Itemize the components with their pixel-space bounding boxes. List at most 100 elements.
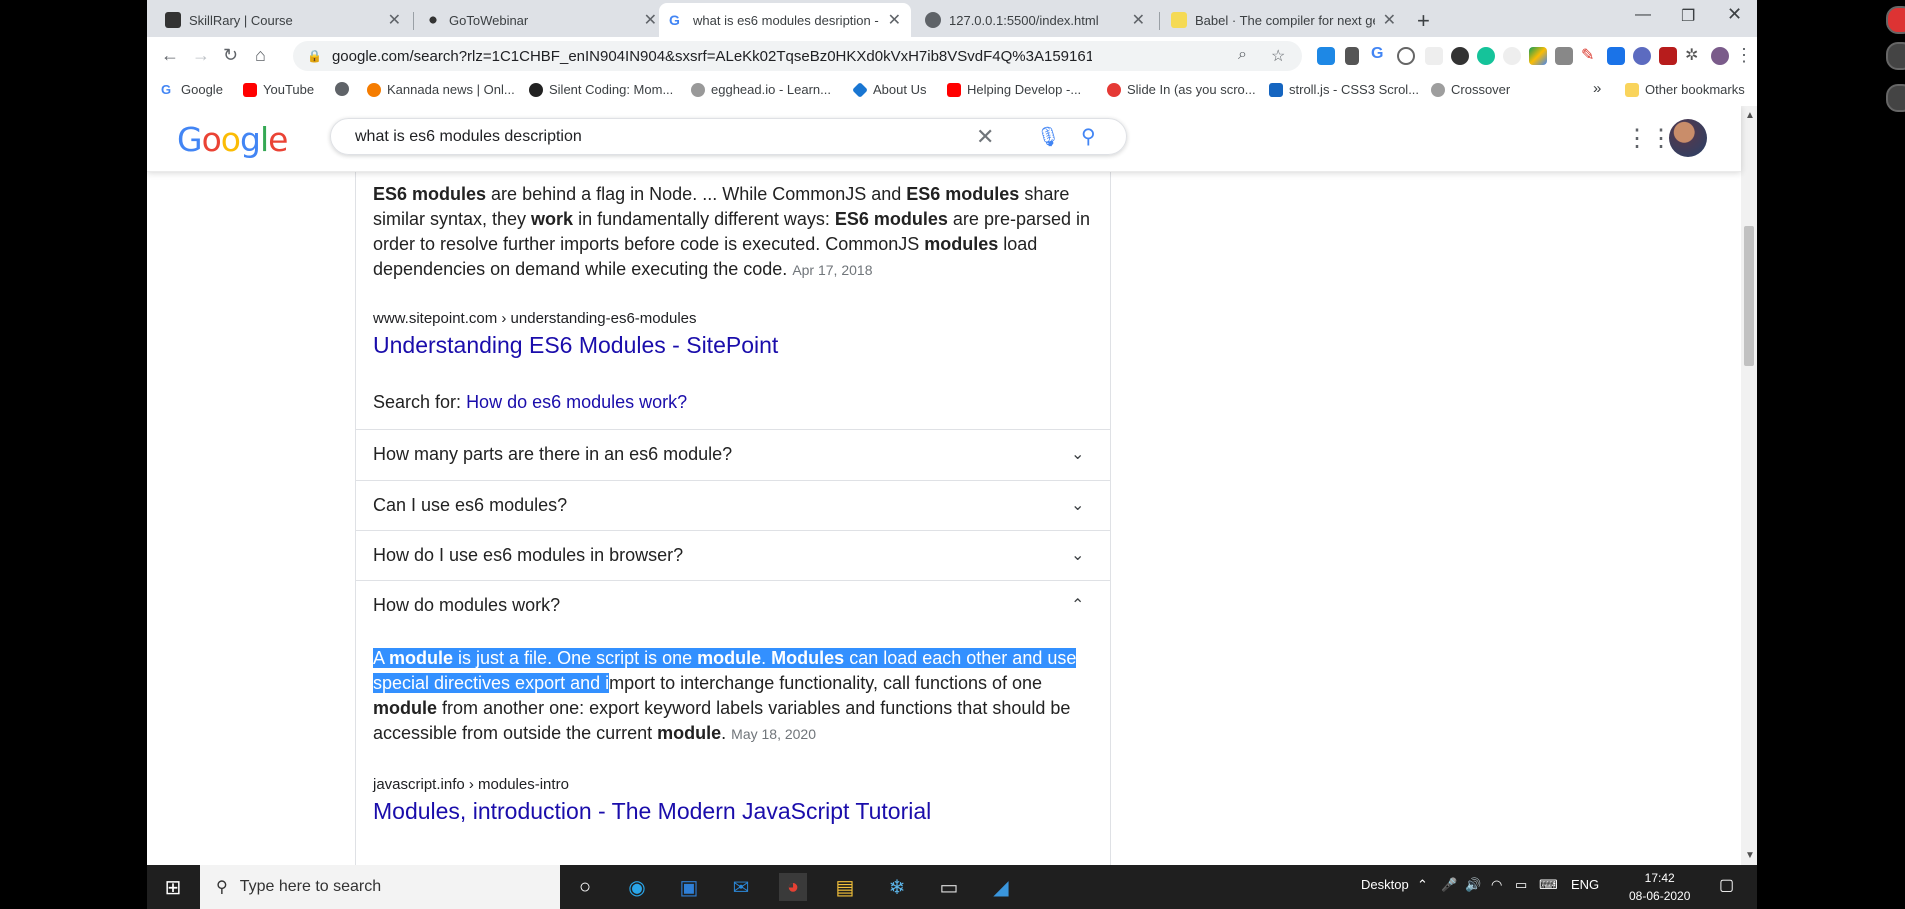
tab-babel[interactable]: Babel · The compiler for next gen ✕ <box>1161 3 1406 37</box>
battery-icon[interactable]: ▭ <box>1515 877 1527 893</box>
chevron-up-icon[interactable]: ⌃ <box>1071 595 1084 615</box>
store-icon[interactable]: ▣ <box>675 873 703 901</box>
windows-start-icon[interactable]: ⊞ <box>159 873 187 901</box>
task-view-icon[interactable]: ○ <box>571 873 599 901</box>
chevron-down-icon[interactable]: ⌄ <box>1071 444 1084 464</box>
close-tab-icon[interactable]: ✕ <box>1132 10 1145 30</box>
new-tab-icon[interactable]: + <box>1417 8 1430 34</box>
faq-item[interactable]: Can I use es6 modules? ⌄ <box>355 480 1111 530</box>
address-bar[interactable]: 🔒 google.com/search?rlz=1C1CHBF_enIN904I… <box>293 41 1302 71</box>
bookmark-star-icon[interactable]: ☆ <box>1271 46 1285 66</box>
drive-icon[interactable] <box>1529 47 1547 65</box>
tab-skillrary[interactable]: SkillRary | Course ✕ <box>155 3 411 37</box>
vscode-icon[interactable]: ◢ <box>987 873 1015 901</box>
close-tab-icon[interactable]: ✕ <box>644 10 657 30</box>
answer-title-link[interactable]: Modules, introduction - The Modern JavaS… <box>373 798 931 825</box>
close-tab-icon[interactable]: ✕ <box>888 10 901 30</box>
pdf-icon[interactable] <box>1659 47 1677 65</box>
extension-icon[interactable] <box>1397 47 1415 65</box>
avatar[interactable] <box>1669 119 1707 157</box>
file-explorer-icon[interactable]: ▤ <box>831 873 859 901</box>
system-clock[interactable]: 17:42 08-06-2020 <box>1629 869 1690 905</box>
chevron-down-icon[interactable]: ⌄ <box>1071 495 1084 515</box>
result-title-link[interactable]: Understanding ES6 Modules - SitePoint <box>373 332 778 359</box>
bookmark-globe[interactable] <box>335 82 355 96</box>
bookmark-stroll[interactable]: stroll.js - CSS3 Scrol... <box>1269 82 1419 97</box>
bookmark-silent-coding[interactable]: Silent Coding: Mom... <box>529 82 673 97</box>
pointer-icon[interactable] <box>1886 84 1905 112</box>
search-input[interactable]: what is es6 modules description <box>355 128 582 146</box>
screen-cast-icon[interactable] <box>1607 47 1625 65</box>
snowflake-app-icon[interactable]: ❄ <box>883 873 911 901</box>
close-tab-icon[interactable]: ✕ <box>388 10 401 30</box>
edge-icon[interactable]: ◉ <box>623 873 651 901</box>
extension-icon[interactable] <box>1317 47 1335 65</box>
bookmark-label: Other bookmarks <box>1645 82 1745 97</box>
search-box[interactable]: what is es6 modules description ✕ 🎙 ⚲ <box>330 118 1127 155</box>
faq-item[interactable]: How many parts are there in an es6 modul… <box>355 429 1111 479</box>
zoom-icon[interactable]: ⌕ <box>1238 46 1247 64</box>
reload-icon[interactable]: ↻ <box>223 45 238 66</box>
back-icon[interactable]: ← <box>161 45 179 66</box>
scroll-up-icon[interactable]: ▲ <box>1745 110 1755 121</box>
google-ext-icon[interactable]: G <box>1371 45 1389 63</box>
more-bookmarks-icon[interactable]: » <box>1593 80 1601 97</box>
answer-cite[interactable]: javascript.info › modules-intro <box>373 776 569 793</box>
language-indicator[interactable]: ENG <box>1571 877 1599 892</box>
close-tab-icon[interactable]: ✕ <box>1383 10 1396 30</box>
clear-icon[interactable]: ✕ <box>976 124 994 150</box>
scrollbar-thumb[interactable] <box>1744 226 1754 366</box>
menu-dots-icon[interactable]: ⋮ <box>1735 45 1753 66</box>
camera-icon[interactable] <box>1555 47 1573 65</box>
pen-icon[interactable]: ✎ <box>1581 45 1599 64</box>
scroll-down-icon[interactable]: ▼ <box>1745 850 1755 861</box>
microphone-icon[interactable]: 🎙 <box>1036 125 1060 149</box>
chrome-icon[interactable]: ◕ <box>779 873 807 901</box>
google-logo[interactable]: Google <box>177 120 288 159</box>
chevron-down-icon[interactable]: ⌄ <box>1071 545 1084 565</box>
grammarly-icon[interactable] <box>1477 47 1495 65</box>
bookmark-about-us[interactable]: About Us <box>852 81 926 98</box>
close-window-icon[interactable]: ✕ <box>1727 4 1742 25</box>
tab-gotowebinar[interactable]: GoToWebinar ✕ <box>415 3 667 37</box>
restore-icon[interactable]: ❐ <box>1681 6 1695 26</box>
search-for-link[interactable]: How do es6 modules work? <box>466 392 687 412</box>
record-icon[interactable] <box>1886 6 1905 34</box>
result-cite[interactable]: www.sitepoint.com › understanding-es6-mo… <box>373 310 697 327</box>
wifi-icon[interactable]: ◠ <box>1491 877 1502 893</box>
chevron-up-icon[interactable]: ⌃ <box>1417 877 1428 893</box>
bookmark-crossover[interactable]: Crossover <box>1431 82 1510 97</box>
eyedropper-icon[interactable] <box>1345 47 1359 65</box>
search-icon[interactable]: ⚲ <box>1081 124 1096 149</box>
dark-mode-icon[interactable] <box>1451 47 1469 65</box>
screen-icon[interactable] <box>1886 42 1905 70</box>
volume-icon[interactable]: 🔊 <box>1465 877 1481 893</box>
faq-item[interactable]: How do I use es6 modules in browser? ⌄ <box>355 530 1111 580</box>
microphone-icon[interactable]: 🎤 <box>1441 877 1457 893</box>
profile-avatar[interactable] <box>1711 47 1729 65</box>
desktop-toolbar-label[interactable]: Desktop <box>1361 877 1409 892</box>
taskbar-search[interactable]: ⚲ Type here to search <box>200 865 560 909</box>
other-bookmarks[interactable]: Other bookmarks <box>1625 82 1745 97</box>
bookmark-youtube[interactable]: YouTube <box>243 82 314 97</box>
tab-google-search[interactable]: G what is es6 modules desription - ✕ <box>659 3 911 37</box>
extension-icon[interactable] <box>1425 47 1443 65</box>
terminal-icon[interactable]: ▭ <box>935 873 963 901</box>
forward-icon[interactable]: → <box>192 45 210 66</box>
tab-localhost[interactable]: 127.0.0.1:5500/index.html ✕ <box>915 3 1155 37</box>
bookmark-google[interactable]: G Google <box>161 82 223 97</box>
keyboard-icon[interactable]: ⌨ <box>1539 877 1558 893</box>
mail-icon[interactable]: ✉ <box>727 873 755 901</box>
bookmark-helping-develop[interactable]: Helping Develop -... <box>947 82 1081 97</box>
bug-icon[interactable]: ✲ <box>1685 45 1703 64</box>
bookmark-slide-in[interactable]: Slide In (as you scro... <box>1107 82 1256 97</box>
bookmark-egghead[interactable]: egghead.io - Learn... <box>691 82 831 97</box>
bookmark-kannada-news[interactable]: Kannada news | Onl... <box>367 82 515 97</box>
faq-item-expanded[interactable]: How do modules work? ⌃ <box>355 580 1111 630</box>
check-icon[interactable] <box>1633 47 1651 65</box>
extension-icon[interactable] <box>1503 47 1521 65</box>
minimize-icon[interactable]: — <box>1635 6 1651 24</box>
notifications-icon[interactable]: ▢ <box>1719 875 1734 895</box>
page-scrollbar[interactable]: ▲ ▼ <box>1741 106 1757 865</box>
home-icon[interactable]: ⌂ <box>255 45 266 66</box>
